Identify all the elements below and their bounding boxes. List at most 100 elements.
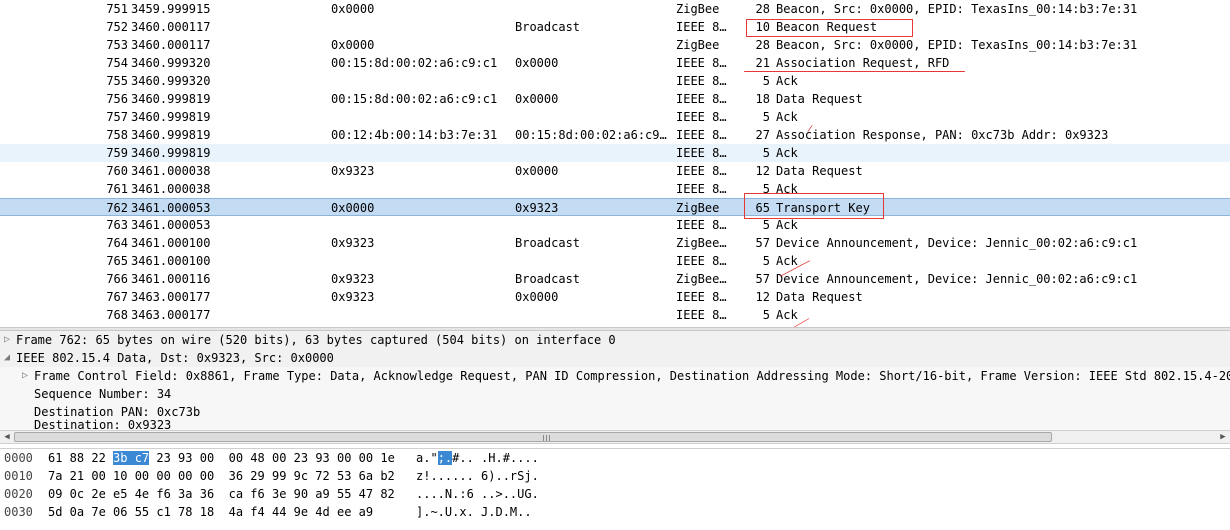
- hex-row[interactable]: 0000 61 88 22 3b c7 23 93 00 00 48 00 23 …: [0, 449, 1230, 467]
- detail-seq[interactable]: Sequence Number: 34: [0, 385, 1230, 403]
- scroll-right-icon[interactable]: ▶: [1216, 431, 1230, 443]
- packet-row[interactable]: 759 3460.999819 IEEE 8… 5 Ack: [0, 144, 1230, 162]
- packet-info: Device Announcement, Device: Jennic_00:0…: [776, 236, 1138, 250]
- packet-row[interactable]: 752 3460.000117 Broadcast IEEE 8… 10 Beacon R…: [0, 18, 1230, 36]
- horizontal-scrollbar[interactable]: ◀ ▶: [0, 430, 1230, 444]
- packet-no: 766: [106, 272, 128, 286]
- packet-len: 12: [755, 164, 770, 178]
- packet-row[interactable]: 757 3460.999819 IEEE 8… 5 Ack: [0, 108, 1230, 126]
- packet-info: Ack: [776, 146, 798, 160]
- packet-proto: ZigBee…: [676, 236, 727, 250]
- packet-src: 0x0000: [331, 2, 375, 16]
- packet-row[interactable]: 755 3460.999320 IEEE 8… 5 Ack: [0, 72, 1230, 90]
- packet-row[interactable]: 762 3461.000053 0x0000 0x9323 ZigBee 65 Transp…: [0, 198, 1230, 216]
- packet-no: 762: [106, 201, 128, 215]
- detail-ieee-text: IEEE 802.15.4 Data, Dst: 0x9323, Src: 0x…: [16, 351, 334, 365]
- packet-src: 00:12:4b:00:14:b3:7e:31: [331, 128, 498, 142]
- packet-time: 3460.000117: [131, 20, 211, 34]
- packet-time: 3461.000038: [131, 182, 211, 196]
- hex-bytes-pre: 7a 21 00 10 00 00 00 00 36 29 99 9c 72 5…: [48, 469, 395, 483]
- detail-dst[interactable]: Destination: 0x9323: [0, 416, 1230, 430]
- hex-row[interactable]: 0010 7a 21 00 10 00 00 00 00 36 29 99 9c …: [0, 467, 1230, 485]
- packet-row[interactable]: 766 3461.000116 0x9323 Broadcast ZigBee… 57 De…: [0, 270, 1230, 288]
- packet-row[interactable]: 753 3460.000117 0x0000 ZigBee 28 Beacon, Src:…: [0, 36, 1230, 54]
- packet-row[interactable]: 768 3463.000177 IEEE 8… 5 Ack: [0, 306, 1230, 324]
- packet-proto: IEEE 8…: [676, 308, 727, 322]
- packet-info: Data Request: [776, 92, 863, 106]
- packet-no: 759: [106, 146, 128, 160]
- packet-row[interactable]: 763 3461.000053 IEEE 8… 5 Ack: [0, 216, 1230, 234]
- packet-time: 3460.999320: [131, 56, 211, 70]
- packet-time: 3459.999915: [131, 2, 211, 16]
- detail-fcf[interactable]: ▷ Frame Control Field: 0x8861, Frame Typ…: [0, 367, 1230, 385]
- packet-proto: IEEE 8…: [676, 74, 727, 88]
- packet-no: 760: [106, 164, 128, 178]
- scroll-left-icon[interactable]: ◀: [0, 431, 14, 443]
- hex-bytes-pre: 61 88 22: [48, 451, 114, 465]
- hex-bytes-post: 23 93 00 00 48 00 23 93 00 00 1e: [149, 451, 395, 465]
- packet-row[interactable]: 758 3460.999819 00:12:4b:00:14:b3:7e:31 00:…: [0, 126, 1230, 144]
- hex-row[interactable]: 0030 5d 0a 7e 06 55 c1 78 18 4a f4 44 9e …: [0, 503, 1230, 521]
- packet-row[interactable]: 761 3461.000038 IEEE 8… 5 Ack: [0, 180, 1230, 198]
- packet-len: 21: [755, 56, 770, 70]
- detail-ieee[interactable]: ◢ IEEE 802.15.4 Data, Dst: 0x9323, Src: …: [0, 349, 1230, 367]
- packet-proto: ZigBee: [676, 2, 720, 16]
- hex-bytes[interactable]: 5d 0a 7e 06 55 c1 78 18 4a f4 44 9e 4d e…: [48, 503, 373, 521]
- hex-bytes[interactable]: 09 0c 2e e5 4e f6 3a 36 ca f6 3e 90 a9 5…: [48, 485, 395, 503]
- ascii-selected: ;.: [437, 451, 453, 465]
- packet-row[interactable]: 767 3463.000177 0x9323 0x0000 IEEE 8… 12 Data …: [0, 288, 1230, 306]
- packet-proto: IEEE 8…: [676, 110, 727, 124]
- packet-details: ▷ Frame 762: 65 bytes on wire (520 bits)…: [0, 331, 1230, 430]
- packet-info: Beacon, Src: 0x0000, EPID: TexasIns_00:1…: [776, 2, 1138, 16]
- packet-proto: IEEE 8…: [676, 146, 727, 160]
- packet-no: 764: [106, 236, 128, 250]
- annotation-underline-association: [744, 71, 965, 72]
- packet-src: 00:15:8d:00:02:a6:c9:c1: [331, 56, 498, 70]
- packet-len: 5: [762, 146, 770, 160]
- packet-dst: Broadcast: [515, 20, 581, 34]
- ascii-pre: z!...... 6)..rSj.: [416, 469, 539, 483]
- detail-frame-text: Frame 762: 65 bytes on wire (520 bits), …: [16, 333, 616, 347]
- collapse-triangle-icon[interactable]: ◢: [4, 349, 10, 367]
- hex-ascii[interactable]: z!...... 6)..rSj.: [416, 467, 539, 485]
- expand-triangle-icon[interactable]: ▷: [4, 331, 10, 349]
- packet-proto: IEEE 8…: [676, 20, 727, 34]
- packet-len: 5: [762, 110, 770, 124]
- packet-row[interactable]: 751 3459.999915 0x0000 ZigBee 28 Beacon, Src:…: [0, 0, 1230, 18]
- packet-dst: 0x0000: [515, 290, 559, 304]
- scrollbar-thumb[interactable]: [14, 432, 1052, 442]
- hex-bytes[interactable]: 7a 21 00 10 00 00 00 00 36 29 99 9c 72 5…: [48, 467, 395, 485]
- expand-triangle-icon[interactable]: ▷: [22, 367, 28, 385]
- packet-row[interactable]: 764 3461.000100 0x9323 Broadcast ZigBee… 57 De…: [0, 234, 1230, 252]
- packet-len: 27: [755, 128, 770, 142]
- packet-row[interactable]: 754 3460.999320 00:15:8d:00:02:a6:c9:c1 0x0…: [0, 54, 1230, 72]
- hex-ascii[interactable]: ....N.:6 ..>..UG.: [416, 485, 539, 503]
- hex-bytes[interactable]: 61 88 22 3b c7 23 93 00 00 48 00 23 93 0…: [48, 449, 395, 467]
- packet-dst: 0x0000: [515, 56, 559, 70]
- packet-row[interactable]: 760 3461.000038 0x9323 0x0000 IEEE 8… 12 Data …: [0, 162, 1230, 180]
- packet-proto: ZigBee: [676, 201, 720, 215]
- packet-no: 751: [106, 2, 128, 16]
- packet-row[interactable]: 756 3460.999819 00:15:8d:00:02:a6:c9:c1 0x0…: [0, 90, 1230, 108]
- packet-proto: IEEE 8…: [676, 254, 727, 268]
- hex-ascii[interactable]: ].~.U.x. J.D.M..: [416, 503, 532, 521]
- packet-info: Association Response, PAN: 0xc73b Addr: …: [776, 128, 1109, 142]
- detail-frame[interactable]: ▷ Frame 762: 65 bytes on wire (520 bits)…: [0, 331, 1230, 349]
- packet-list: 751 3459.999915 0x0000 ZigBee 28 Beacon, Src:…: [0, 0, 1230, 327]
- hex-row[interactable]: 0020 09 0c 2e e5 4e f6 3a 36 ca f6 3e 90 …: [0, 485, 1230, 503]
- packet-info: Data Request: [776, 164, 863, 178]
- detail-fcf-text: Frame Control Field: 0x8861, Frame Type:…: [34, 369, 1230, 383]
- detail-seq-text: Sequence Number: 34: [34, 387, 172, 401]
- packet-no: 768: [106, 308, 128, 322]
- packet-len: 28: [755, 38, 770, 52]
- packet-src: 0x0000: [331, 38, 375, 52]
- packet-src: 0x9323: [331, 236, 375, 250]
- hex-ascii[interactable]: a.";.#.. .H.#....: [416, 449, 539, 467]
- packet-row[interactable]: 765 3461.000100 IEEE 8… 5 Ack: [0, 252, 1230, 270]
- packet-proto: IEEE 8…: [676, 164, 727, 178]
- packet-time: 3461.000053: [131, 218, 211, 232]
- packet-src: 0x0000: [331, 201, 375, 215]
- packet-src: 0x9323: [331, 272, 375, 286]
- annotation-box-beacon-request: [746, 19, 913, 37]
- packet-time: 3460.999819: [131, 128, 211, 142]
